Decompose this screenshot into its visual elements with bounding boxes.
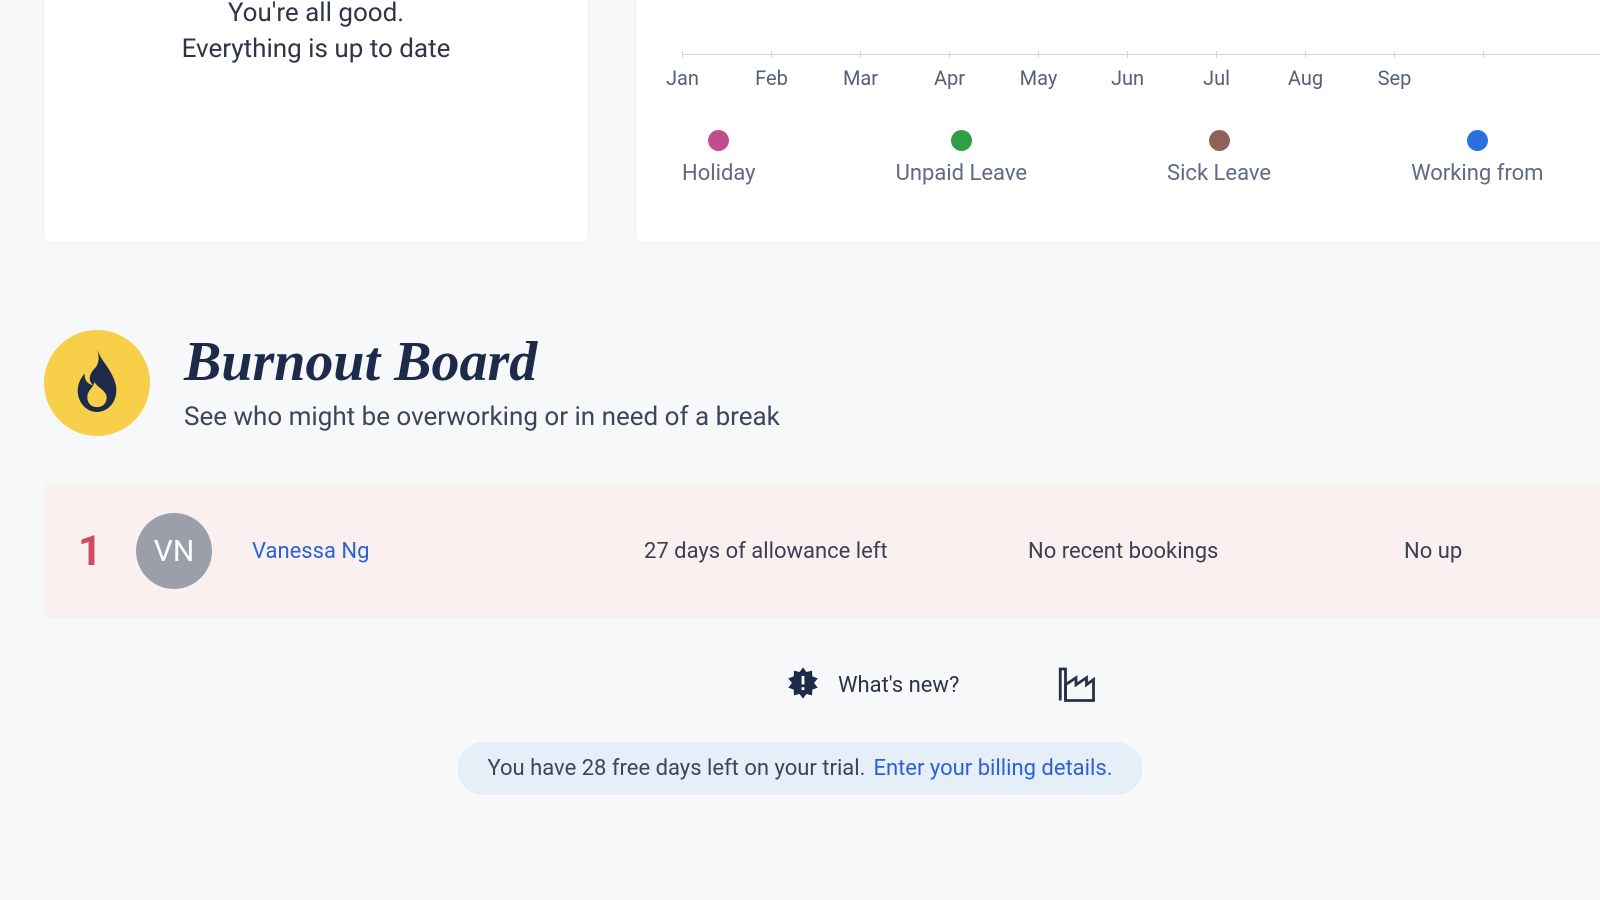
enter-billing-details-link[interactable]: Enter your billing details. (873, 756, 1112, 781)
upcoming-text: No up (1404, 539, 1462, 564)
legend-label: Working from (1411, 161, 1543, 186)
dot-icon (951, 130, 972, 151)
month-label: Sep (1350, 66, 1439, 90)
burst-badge-icon (786, 666, 820, 704)
month-label: Feb (727, 66, 816, 90)
month-label: May (994, 66, 1083, 90)
status-card: You're all good. Everything is up to dat… (44, 0, 588, 242)
whats-new-button[interactable]: What's new? (786, 666, 959, 704)
recent-bookings-text: No recent bookings (1028, 539, 1218, 564)
timeline-card: Jan Feb Mar Apr May Jun Jul Aug Sep Holi… (636, 0, 1600, 242)
burnout-title: Burnout Board (184, 334, 780, 390)
flame-icon (44, 330, 150, 436)
avatar-initials: VN (154, 534, 195, 569)
legend-label: Holiday (682, 161, 756, 186)
person-name-link[interactable]: Vanessa Ng (252, 539, 369, 564)
timeline-months: Jan Feb Mar Apr May Jun Jul Aug Sep (682, 66, 1600, 90)
dot-icon (708, 130, 729, 151)
timeline-axis (682, 54, 1600, 55)
trial-message: You have 28 free days left on your trial… (487, 756, 865, 781)
legend-label: Sick Leave (1167, 161, 1271, 186)
legend-item-sick-leave: Sick Leave (1167, 130, 1271, 186)
status-line-1: You're all good. (68, 0, 564, 28)
factory-icon[interactable] (1055, 662, 1097, 708)
month-label: Jan (638, 66, 727, 90)
legend-item-working-from: Working from (1411, 130, 1543, 186)
footer-links: What's new? (786, 662, 1097, 708)
burnout-row[interactable]: 1 VN Vanessa Ng 27 days of allowance lef… (44, 484, 1600, 618)
dot-icon (1209, 130, 1230, 151)
burnout-subtitle: See who might be overworking or in need … (184, 402, 780, 432)
timeline-legend: Holiday Unpaid Leave Sick Leave Working … (682, 130, 1600, 186)
trial-banner: You have 28 free days left on your trial… (457, 742, 1142, 795)
month-label: Jul (1172, 66, 1261, 90)
allowance-text: 27 days of allowance left (644, 539, 888, 564)
legend-item-unpaid-leave: Unpaid Leave (896, 130, 1027, 186)
month-label: Apr (905, 66, 994, 90)
status-line-2: Everything is up to date (68, 34, 564, 64)
month-label: Aug (1261, 66, 1350, 90)
whats-new-label: What's new? (838, 673, 959, 698)
burnout-rank: 1 (44, 527, 136, 576)
burnout-header: Burnout Board See who might be overworki… (44, 330, 780, 436)
month-label: Mar (816, 66, 905, 90)
legend-item-holiday: Holiday (682, 130, 756, 186)
avatar[interactable]: VN (136, 513, 212, 589)
month-label: Jun (1083, 66, 1172, 90)
legend-label: Unpaid Leave (896, 161, 1027, 186)
dot-icon (1467, 130, 1488, 151)
